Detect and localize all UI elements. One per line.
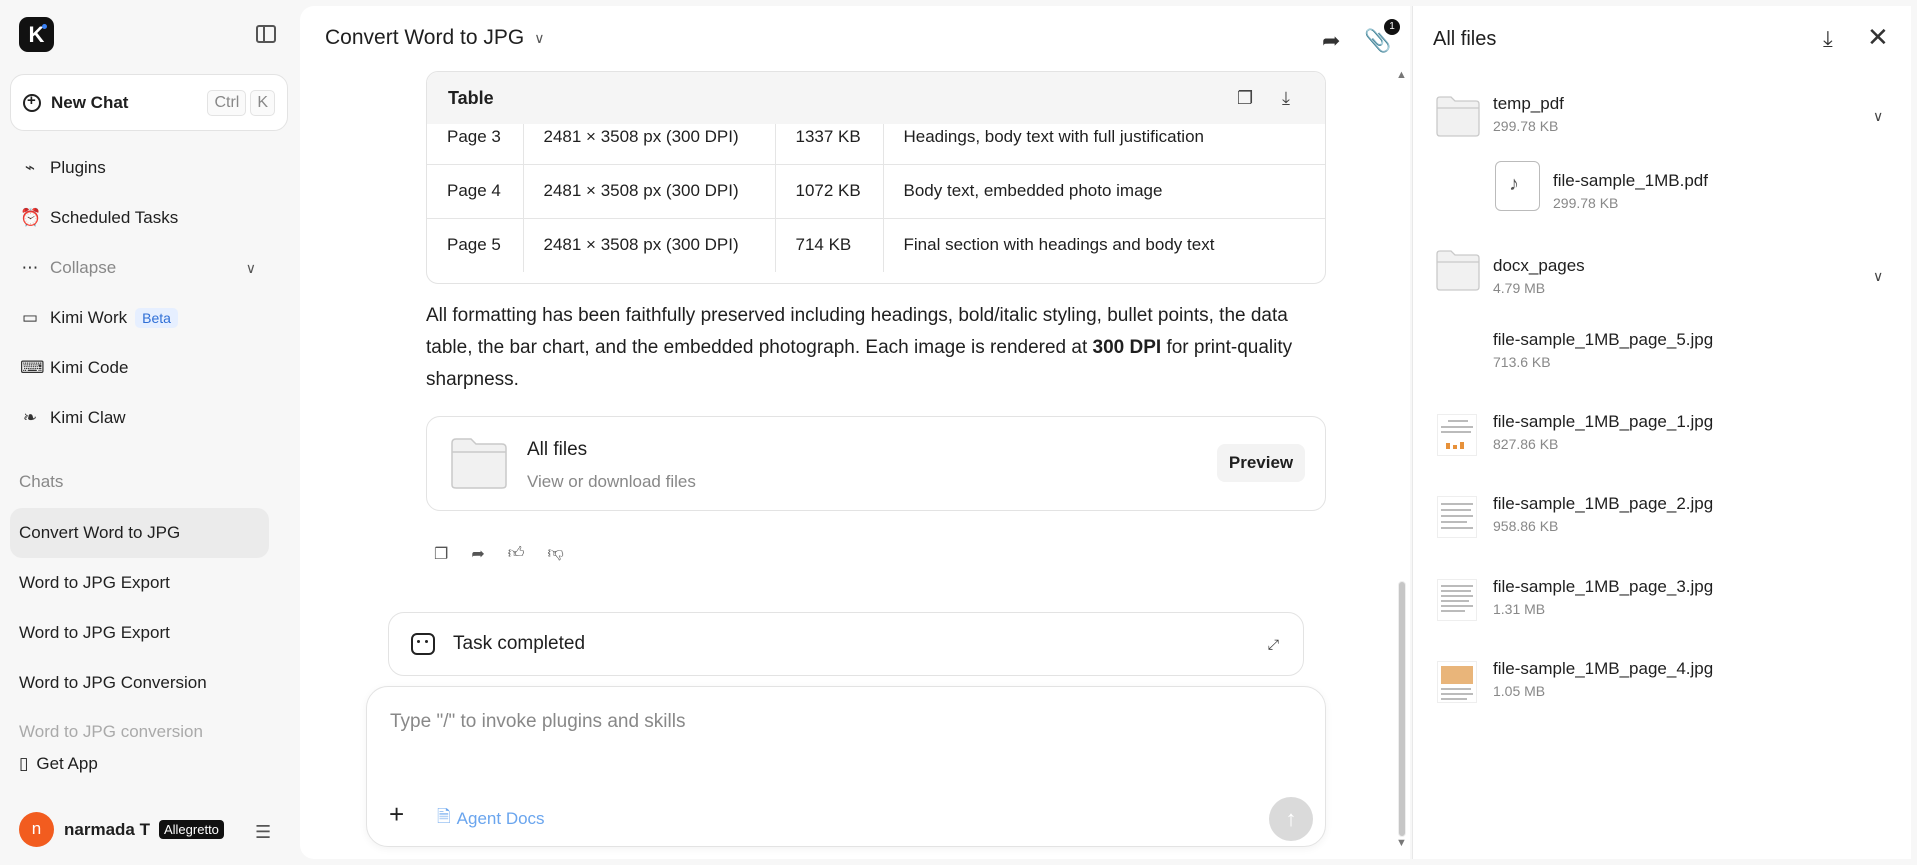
chevron-down-icon: ∨ [245,259,256,276]
copy-icon[interactable]: ❐ [1237,88,1253,109]
share-icon[interactable]: ➦ [1322,28,1340,54]
new-chat-button[interactable]: New Chat Ctrl K [10,74,288,131]
thumbs-up-icon[interactable]: 👍︎ [508,544,525,564]
chat-item[interactable]: Convert Word to JPG [10,508,269,558]
terminal-icon: ⌨ [20,358,45,377]
folder-row[interactable]: docx_pages 4.79 MB ∨ [1413,248,1911,308]
download-icon[interactable]: ⤓ [1823,26,1833,52]
file-row[interactable]: file-sample_1MB_page_3.jpg 1.31 MB [1413,577,1911,637]
table-row: Page 5 2481 × 3508 px (300 DPI) 714 KB F… [427,218,1325,272]
file-row[interactable]: file-sample_1MB_page_4.jpg 1.05 MB [1413,659,1911,719]
plug-icon: ⌁ [24,158,36,177]
sidebar-item-kimi-work[interactable]: ▭ Kimi Work Beta [10,296,278,340]
menu-icon[interactable]: ☰ [255,822,271,843]
sidebar-item-kimi-code[interactable]: ⌨ Kimi Code [10,346,278,390]
copy-icon[interactable]: ❐ [434,544,448,564]
chevron-down-icon[interactable]: ∨ [1873,268,1883,285]
scroll-up-icon[interactable]: ▲ [1396,69,1407,81]
chevron-down-icon: ∨ [534,29,545,46]
chat-item[interactable]: Word to JPG conversion [10,718,269,748]
send-button[interactable]: ↑ [1269,797,1313,841]
document-icon: 🗎 [437,807,451,826]
attachment-count-badge: 1 [1384,19,1400,35]
files-panel: All files ⤓ ✕ temp_pdf 299.78 KB ∨ file-… [1412,6,1911,859]
image-thumbnail [1437,661,1477,703]
dots-icon: ⋯ [21,258,39,277]
image-thumbnail [1437,496,1477,538]
image-thumbnail [1437,579,1477,621]
plus-icon[interactable]: + [389,799,404,830]
sidebar-item-kimi-claw[interactable]: ❧ Kimi Claw [10,396,278,440]
plan-badge: Allegretto [158,820,224,839]
chat-title-dropdown[interactable]: Convert Word to JPG ∨ [325,26,544,50]
data-table: Page 3 2481 × 3508 px (300 DPI) 1337 KB … [427,110,1325,272]
shortcut-ctrl: Ctrl [207,89,247,116]
scrollbar-thumb[interactable] [1398,581,1406,837]
phone-icon: ▯ [19,754,29,773]
share-icon[interactable]: ➦ [471,544,484,564]
folder-icon [1436,250,1480,291]
plus-circle-icon [23,92,41,112]
folder-icon [1436,96,1480,137]
scroll-down-icon[interactable]: ▼ [1396,837,1407,849]
sidebar-toggle-icon[interactable] [256,25,276,43]
page-title: Convert Word to JPG [325,26,525,49]
all-files-card[interactable]: All files View or download files Preview [426,416,1326,511]
thumbs-down-icon[interactable]: 👎︎ [547,544,563,564]
panel-title: All files [1433,28,1497,50]
user-profile[interactable]: n narmada T Allegretto [19,812,224,847]
chat-input[interactable]: Type "/" to invoke plugins and skills [390,711,685,733]
alarm-clock-icon: ⏰ [20,208,42,227]
preview-button[interactable]: Preview [1217,444,1305,482]
message-actions: ❐ ➦ 👍︎ 👎︎ [434,544,564,564]
get-app-button[interactable]: ▯ Get App [19,754,98,774]
robot-icon [411,633,435,655]
shortcut-k: K [250,89,275,116]
chat-input-box[interactable]: Type "/" to invoke plugins and skills + … [366,686,1326,847]
chat-main: Convert Word to JPG ∨ ➦ 📎 1 Table ❐ ⤓ Pa… [300,6,1410,859]
sidebar: K New Chat Ctrl K ⌁ Plugins ⏰ Scheduled … [0,0,296,865]
folder-row[interactable]: temp_pdf 299.78 KB ∨ [1413,94,1911,154]
claw-icon: ❧ [22,408,38,427]
task-status-bar[interactable]: Task completed ⤢ [388,612,1304,676]
chevron-down-icon[interactable]: ∨ [1873,108,1883,125]
file-row[interactable]: file-sample_1MB.pdf 299.78 KB [1413,161,1911,221]
pdf-file-icon [1495,161,1540,211]
file-row[interactable]: file-sample_1MB_page_5.jpg 713.6 KB [1413,330,1911,390]
expand-icon[interactable]: ⤢ [1268,636,1279,653]
sidebar-item-collapse[interactable]: ⋯ Collapse ∨ [10,246,278,290]
download-icon[interactable]: ⤓ [1282,88,1290,109]
folder-icon [451,438,507,489]
chats-section-title: Chats [19,472,64,491]
beta-badge: Beta [135,308,178,328]
user-name: narmada T [64,819,150,839]
table-card: Table ❐ ⤓ Page 3 2481 × 3508 px (300 DPI… [426,71,1326,284]
sidebar-item-plugins[interactable]: ⌁ Plugins [10,146,278,190]
sidebar-item-scheduled-tasks[interactable]: ⏰ Scheduled Tasks [10,196,278,240]
table-header: Table ❐ ⤓ [427,72,1325,124]
file-row[interactable]: file-sample_1MB_page_2.jpg 958.86 KB [1413,494,1911,554]
close-icon[interactable]: ✕ [1867,22,1889,53]
agent-docs-button[interactable]: 🗎 Agent Docs [437,804,545,833]
file-row[interactable]: file-sample_1MB_page_1.jpg 827.86 KB [1413,412,1911,472]
chat-item[interactable]: Word to JPG Export [10,608,269,658]
kimi-logo[interactable]: K [19,17,54,52]
chat-item[interactable]: Word to JPG Conversion [10,658,269,708]
monitor-icon: ▭ [21,308,39,327]
response-paragraph: All formatting has been faithfully prese… [426,305,1293,390]
avatar: n [19,812,54,847]
image-thumbnail [1437,414,1477,456]
table-row: Page 4 2481 × 3508 px (300 DPI) 1072 KB … [427,164,1325,219]
chat-item[interactable]: Word to JPG Export [10,558,269,608]
scrollbar[interactable]: ▲ ▼ [1396,69,1408,849]
